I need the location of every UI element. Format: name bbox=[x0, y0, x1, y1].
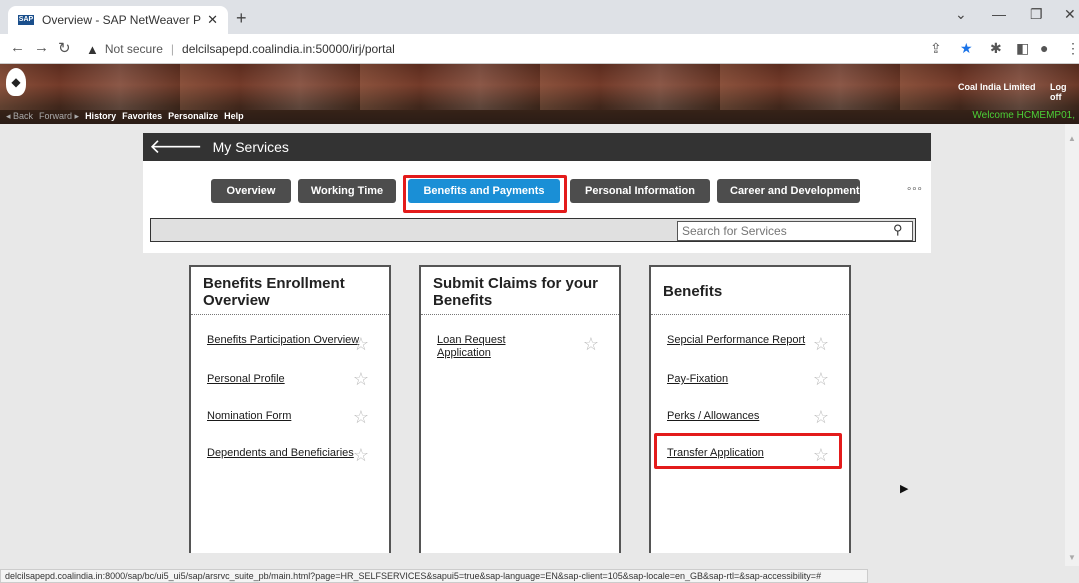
restore-icon[interactable]: ❐ bbox=[1030, 6, 1043, 23]
url-field[interactable]: ▲ Not secure | delcilsapepd.coalindia.in… bbox=[86, 37, 926, 61]
next-page-arrow-icon[interactable]: ▶ bbox=[900, 482, 908, 495]
tab-personal-information[interactable]: Personal Information bbox=[570, 179, 710, 203]
favorite-star-icon[interactable]: ☆ bbox=[583, 334, 599, 355]
tab-search-icon[interactable]: ⌄ bbox=[955, 6, 967, 23]
card-title: Benefits bbox=[651, 267, 849, 315]
close-tab-icon[interactable]: ✕ bbox=[207, 12, 218, 28]
security-label: Not secure bbox=[104, 42, 163, 56]
scroll-up-icon[interactable]: ▲ bbox=[1068, 134, 1076, 143]
tab-career-and-development[interactable]: Career and Development bbox=[717, 179, 860, 203]
tab-working-time[interactable]: Working Time bbox=[298, 179, 396, 203]
link-benefits-participation[interactable]: Benefits Participation Overview bbox=[207, 334, 377, 347]
close-window-icon[interactable]: ✕ bbox=[1064, 6, 1076, 23]
share-icon[interactable]: ⇪ bbox=[930, 40, 942, 57]
company-link[interactable]: Coal India Limited bbox=[958, 82, 1036, 92]
favorites-link[interactable]: Favorites bbox=[122, 111, 162, 122]
portal-forward-link[interactable]: Forward ▸ bbox=[39, 111, 79, 122]
my-services-bar: 🡐 My Services bbox=[143, 133, 931, 161]
favorite-star-icon[interactable]: ☆ bbox=[813, 407, 829, 428]
link-special-performance-report[interactable]: Sepcial Performance Report bbox=[667, 334, 807, 347]
url-text: delcilsapepd.coalindia.in:50000/irj/port… bbox=[182, 42, 395, 56]
more-tabs-icon[interactable]: ∘∘∘ bbox=[906, 184, 923, 195]
page-title: My Services bbox=[212, 139, 289, 155]
scroll-down-icon[interactable]: ▼ bbox=[1068, 553, 1076, 562]
new-tab-icon[interactable]: + bbox=[236, 8, 247, 29]
portal-header: ◆ ◂ Back Forward ▸ History Favorites Per… bbox=[0, 64, 1079, 124]
back-icon[interactable]: ← bbox=[10, 39, 25, 56]
card-benefits: Benefits Sepcial Performance Report ☆ Pa… bbox=[649, 265, 851, 553]
portal-back-link[interactable]: ◂ Back bbox=[6, 111, 33, 122]
sidepanel-icon[interactable]: ◧ bbox=[1016, 40, 1029, 57]
favorite-star-icon[interactable]: ☆ bbox=[353, 334, 369, 355]
favorite-star-icon[interactable]: ☆ bbox=[813, 369, 829, 390]
card-benefits-enrollment: Benefits Enrollment Overview Benefits Pa… bbox=[189, 265, 391, 553]
menu-icon[interactable]: ⋮ bbox=[1066, 40, 1079, 57]
status-bar-url: delcilsapepd.coalindia.in:8000/sap/bc/ui… bbox=[0, 569, 868, 583]
profile-icon[interactable]: ● bbox=[1040, 40, 1048, 56]
extensions-icon[interactable]: ✱ bbox=[990, 40, 1002, 57]
link-personal-profile[interactable]: Personal Profile bbox=[207, 373, 377, 386]
link-pay-fixation[interactable]: Pay-Fixation bbox=[667, 373, 837, 386]
scrollbar[interactable]: ▲ ▼ bbox=[1065, 124, 1079, 566]
favorite-star-icon[interactable]: ☆ bbox=[353, 407, 369, 428]
tab-title: Overview - SAP NetWeaver Porta bbox=[42, 13, 201, 27]
highlight-box-transfer bbox=[654, 433, 842, 469]
warning-icon: ▲ bbox=[86, 41, 99, 57]
card-title: Benefits Enrollment Overview bbox=[191, 267, 389, 315]
favorite-star-icon[interactable]: ☆ bbox=[353, 445, 369, 466]
personalize-link[interactable]: Personalize bbox=[168, 111, 218, 122]
sap-favicon-icon: SAP bbox=[18, 15, 34, 25]
card-title: Submit Claims for your Benefits bbox=[421, 267, 619, 315]
reload-icon[interactable]: ↻ bbox=[58, 39, 71, 57]
tab-overview[interactable]: Overview bbox=[211, 179, 291, 203]
portal-nav: ◂ Back Forward ▸ History Favorites Perso… bbox=[6, 111, 244, 122]
search-icon[interactable]: ⚲ bbox=[893, 222, 903, 238]
back-arrow-icon[interactable]: 🡐 bbox=[149, 137, 203, 157]
help-link[interactable]: Help bbox=[224, 111, 244, 122]
link-nomination-form[interactable]: Nomination Form bbox=[207, 410, 377, 423]
forward-icon[interactable]: → bbox=[34, 39, 49, 56]
favorite-star-icon[interactable]: ☆ bbox=[353, 369, 369, 390]
company-logo-icon: ◆ bbox=[6, 68, 26, 96]
bookmark-star-icon[interactable]: ★ bbox=[960, 40, 973, 57]
highlight-box-tab bbox=[403, 175, 567, 213]
history-link[interactable]: History bbox=[85, 111, 116, 122]
address-bar: ← → ↻ ▲ Not secure | delcilsapepd.coalin… bbox=[0, 34, 1079, 64]
browser-tab-bar: SAP Overview - SAP NetWeaver Porta ✕ + ⌄… bbox=[0, 0, 1079, 34]
link-dependents[interactable]: Dependents and Beneficiaries bbox=[207, 447, 377, 460]
link-loan-request[interactable]: Loan Request Application bbox=[437, 334, 557, 360]
search-input[interactable] bbox=[677, 221, 913, 241]
logoff-link[interactable]: Log off bbox=[1050, 82, 1079, 102]
favorite-star-icon[interactable]: ☆ bbox=[813, 334, 829, 355]
welcome-text: Welcome HCMEMP01, bbox=[972, 110, 1075, 121]
card-submit-claims: Submit Claims for your Benefits Loan Req… bbox=[419, 265, 621, 553]
minimize-icon[interactable]: — bbox=[992, 6, 1006, 22]
browser-tab[interactable]: SAP Overview - SAP NetWeaver Porta ✕ bbox=[8, 6, 228, 34]
link-perks-allowances[interactable]: Perks / Allowances bbox=[667, 410, 837, 423]
